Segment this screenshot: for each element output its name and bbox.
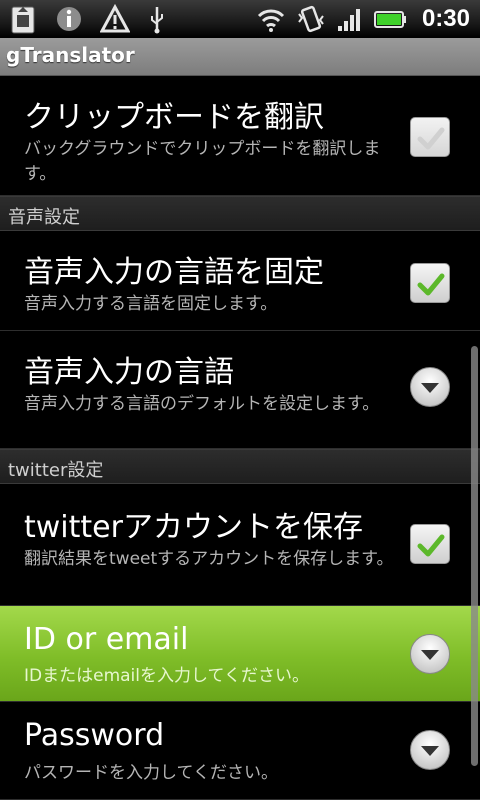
clock: 0:30 [421,5,470,32]
chevron-down-icon [421,383,439,393]
section-header-label: 音声設定 [8,207,80,228]
title-bar: gTranslator [0,38,480,76]
system-icons: 0:30 [256,4,470,34]
pref-title: 音声入力の言語 [24,355,234,390]
info-icon [57,7,81,31]
pref-summary: IDまたはemailを入力してください。 [24,666,309,686]
warning-icon [100,4,130,33]
pref-title: クリップボードを翻訳 [24,100,324,135]
notification-icons [8,4,168,34]
chevron-down-icon [421,650,439,660]
wifi-icon [257,9,285,32]
signal-icon [337,9,360,31]
section-header-twitter: twitter設定 [0,449,480,484]
clipboard-checkbox[interactable] [410,117,450,157]
pref-twitter-save-account[interactable]: twitterアカウントを保存 翻訳結果をtweetするアカウントを保存します。 [0,486,480,606]
pref-clipboard-translate[interactable]: クリップボードを翻訳 バックグラウンドでクリップボードを翻訳します。 [0,76,480,196]
twitter-save-checkbox[interactable] [410,524,450,564]
pref-password[interactable]: Password パスワードを入力してください。 [0,702,480,800]
voice-language-dropdown[interactable] [410,367,450,407]
pref-title: ID or email [24,622,189,657]
pref-summary: パスワードを入力してください。 [24,763,278,783]
scrollbar[interactable] [471,346,478,766]
pref-summary: バックグラウンドでクリップボードを翻訳します。 [24,139,381,184]
check-icon [417,273,445,296]
sd-card-icon [11,6,35,34]
check-icon [417,127,445,150]
chevron-down-icon [421,746,439,756]
pref-summary: 翻訳結果をtweetするアカウントを保存します。 [24,549,394,569]
pref-voice-language-fixed[interactable]: 音声入力の言語を固定 音声入力する言語を固定します。 [0,231,480,331]
pref-summary: 音声入力する言語のデフォルトを設定します。 [24,394,380,414]
section-header-voice: 音声設定 [0,196,480,231]
pref-title: Password [24,718,165,753]
usb-icon [151,7,163,34]
app-title: gTranslator [6,43,135,67]
voice-fixed-checkbox[interactable] [410,263,450,303]
status-bar: 0:30 [0,0,480,38]
pref-summary: 音声入力する言語を固定します。 [24,294,278,314]
vibrate-icon [298,5,324,33]
battery-icon [373,11,406,28]
pref-title: twitterアカウントを保存 [24,510,363,545]
password-dropdown[interactable] [410,730,450,770]
pref-id-email[interactable]: ID or email IDまたはemailを入力してください。 [0,606,480,702]
pref-title: 音声入力の言語を固定 [24,255,324,290]
check-icon [417,534,445,557]
section-header-label: twitter設定 [8,460,104,481]
id-email-dropdown[interactable] [410,634,450,674]
pref-voice-language[interactable]: 音声入力の言語 音声入力する言語のデフォルトを設定します。 [0,331,480,449]
preferences-list[interactable]: クリップボードを翻訳 バックグラウンドでクリップボードを翻訳します。 音声設定 … [0,76,480,800]
